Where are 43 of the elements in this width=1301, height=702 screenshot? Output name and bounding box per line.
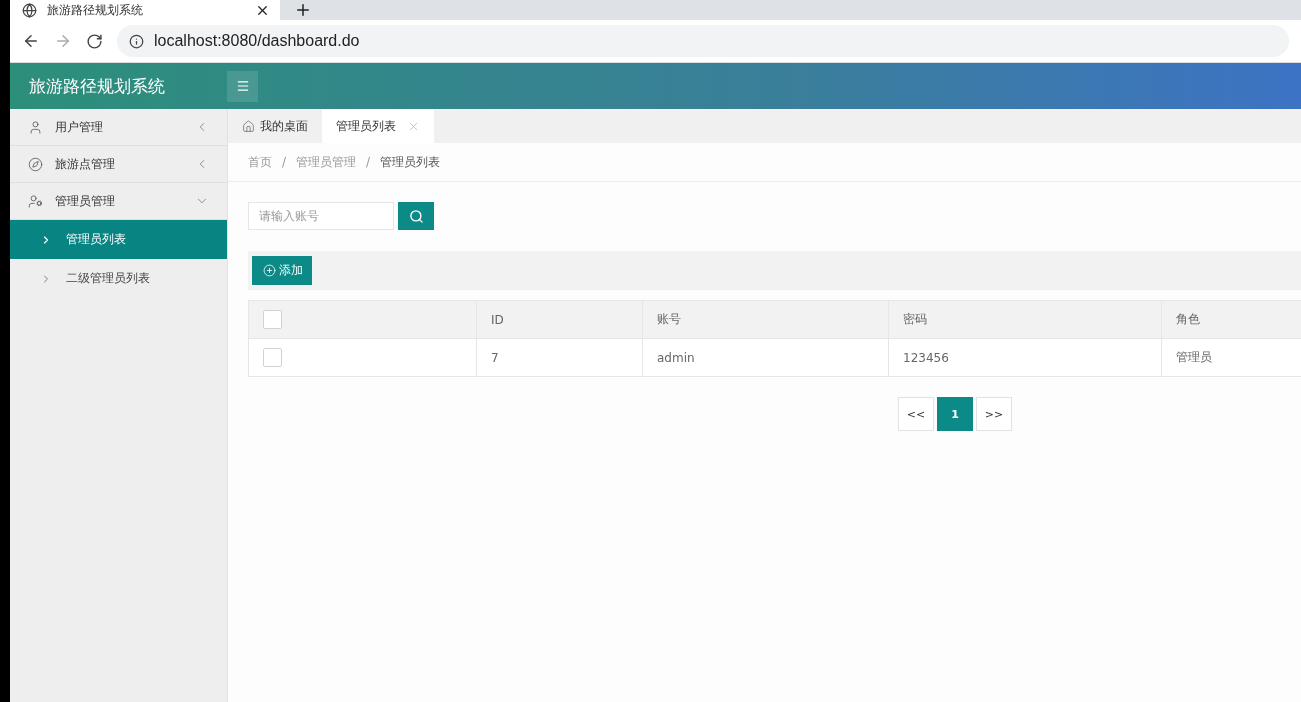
user-icon — [28, 119, 43, 135]
next-page-button[interactable]: >> — [976, 397, 1012, 431]
breadcrumb-separator: / — [282, 155, 287, 169]
app-title: 旅游路径规划系统 — [28, 74, 166, 98]
browser-tab-title: 旅游路径规划系统 — [47, 1, 144, 19]
select-all-checkbox[interactable] — [263, 310, 282, 329]
table-header-cell: 角色 — [1161, 300, 1301, 339]
url-text: localhost:8080/dashboard.do — [154, 32, 360, 50]
plus-circle-icon — [263, 264, 276, 277]
table-cell: 管理员 — [1161, 338, 1301, 377]
page-button[interactable]: 1 — [937, 397, 973, 431]
table-cell: admin — [642, 338, 889, 377]
table-cell: 123456 — [888, 338, 1162, 377]
sidebar-item[interactable]: 用户管理 — [10, 109, 227, 146]
sidebar-item[interactable]: 旅游点管理 — [10, 146, 227, 183]
row-checkbox[interactable] — [263, 348, 282, 367]
previous-page-button[interactable]: << — [898, 397, 934, 431]
search-icon — [408, 208, 424, 224]
breadcrumb-separator: / — [366, 155, 371, 169]
breadcrumb-link[interactable]: 管理员列表 — [380, 153, 441, 171]
globe-icon — [22, 2, 37, 18]
info-icon — [129, 33, 144, 49]
table-cell: 7 — [476, 338, 643, 377]
search-button[interactable] — [398, 202, 434, 230]
page-tab[interactable]: 我的桌面 — [228, 109, 322, 143]
back-button[interactable] — [22, 32, 40, 50]
home-icon — [242, 119, 255, 133]
menu-button[interactable] — [227, 70, 258, 102]
compass-icon — [28, 156, 43, 172]
table-header-cell: 账号 — [642, 300, 889, 339]
reload-button[interactable] — [86, 32, 103, 50]
user-icon — [28, 193, 43, 209]
address-bar[interactable]: localhost:8080/dashboard.do — [117, 25, 1289, 57]
add-button[interactable]: 添加 — [252, 256, 312, 285]
new-tab-icon[interactable] — [294, 1, 312, 19]
sidebar-subitem[interactable]: 管理员列表 — [10, 220, 227, 259]
table-header-cell: 密码 — [888, 300, 1162, 339]
page-tab[interactable]: 管理员列表 — [322, 109, 434, 143]
browser-tab[interactable]: 旅游路径规划系统 — [10, 0, 280, 20]
sidebar-subitem[interactable]: 二级管理员列表 — [10, 259, 227, 298]
table-header-cell: ID — [476, 300, 643, 339]
account-search-field[interactable]: 请输入账号 — [248, 202, 394, 230]
menu-icon — [235, 79, 250, 93]
